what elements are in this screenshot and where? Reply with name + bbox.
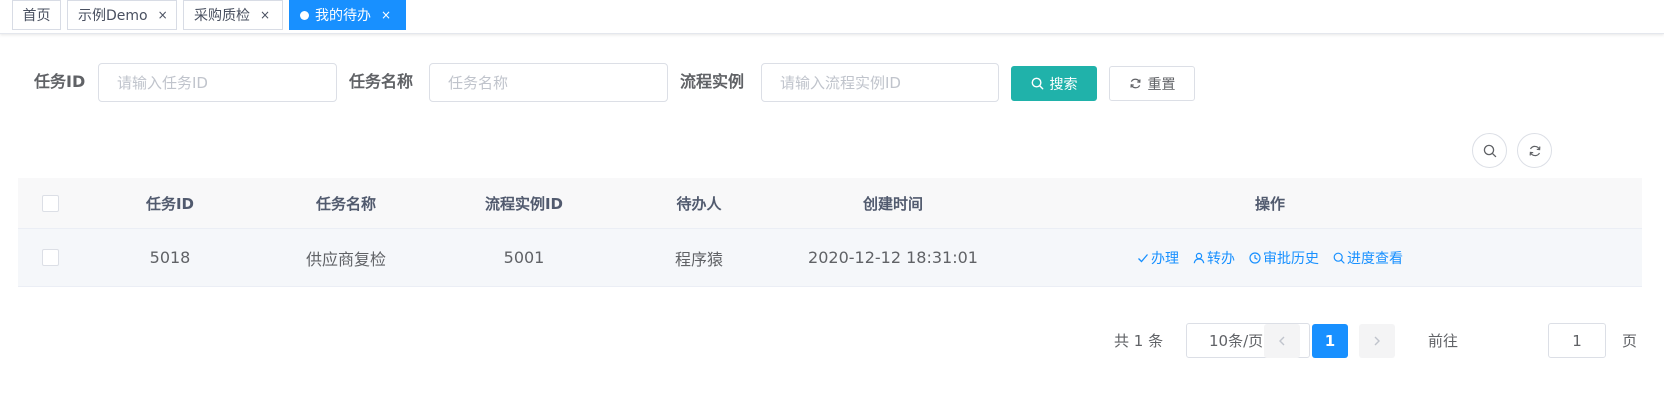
table-row: 5018 供应商复检 5001 程序猿 2020-12-12 18:31:01 … xyxy=(18,229,1642,287)
reset-button[interactable]: 重置 xyxy=(1109,66,1195,101)
search-button-label: 搜索 xyxy=(1049,76,1078,93)
refresh-icon xyxy=(1529,145,1540,156)
header-checkbox-cell xyxy=(18,178,82,228)
goto-prefix: 前往 xyxy=(1428,332,1459,350)
column-header: 任务ID xyxy=(145,194,195,213)
close-icon[interactable]: × xyxy=(260,9,270,21)
create-time-cell: 2020-12-12 18:31:01 xyxy=(808,248,978,267)
close-icon[interactable]: × xyxy=(158,9,168,21)
close-icon[interactable]: × xyxy=(381,9,391,21)
tab-home[interactable]: 首页 xyxy=(12,0,61,30)
column-header: 流程实例ID xyxy=(484,194,564,213)
task-name-cell: 供应商复检 xyxy=(305,249,386,269)
active-dot-icon xyxy=(300,10,309,20)
column-header: 创建时间 xyxy=(862,194,923,213)
approval-history-link-label: 审批历史 xyxy=(1263,250,1319,267)
column-header: 任务名称 xyxy=(315,194,376,213)
refresh-icon xyxy=(1129,78,1141,89)
goto-suffix: 页 xyxy=(1622,332,1638,350)
task-name-input[interactable] xyxy=(429,63,668,102)
process-instance-input[interactable] xyxy=(761,63,999,102)
approval-history-link[interactable]: 审批历史 xyxy=(1249,248,1319,268)
tab-demo[interactable]: 示例Demo × xyxy=(67,0,177,30)
progress-view-link-label: 进度查看 xyxy=(1347,250,1403,267)
reset-button-label: 重置 xyxy=(1147,76,1176,93)
assignee-cell: 程序猿 xyxy=(674,249,723,269)
tab-label: 我的待办 xyxy=(315,8,371,24)
tags-view-bar: 首页 示例Demo × 采购质检 × 我的待办 × xyxy=(0,0,1664,34)
next-page-button[interactable] xyxy=(1359,324,1395,358)
search-button[interactable]: 搜索 xyxy=(1011,66,1097,101)
process-instance-label: 流程实例 xyxy=(680,72,745,91)
tab-label: 首页 xyxy=(22,8,51,24)
prev-page-button[interactable] xyxy=(1264,324,1300,358)
row-checkbox[interactable] xyxy=(41,249,59,266)
handle-link-label: 办理 xyxy=(1151,250,1179,267)
tab-purchase-inspection[interactable]: 采购质检 × xyxy=(183,0,283,30)
search-icon xyxy=(1483,144,1496,157)
page-number-button[interactable]: 1 xyxy=(1312,324,1348,358)
page-size-value: 10条/页 xyxy=(1209,332,1264,350)
tab-my-todo[interactable]: 我的待办 × xyxy=(289,0,406,30)
progress-view-link[interactable]: 进度查看 xyxy=(1333,248,1403,268)
table-header: 任务ID 任务名称 流程实例ID 待办人 创建时间 操作 xyxy=(18,178,1642,229)
search-icon xyxy=(1333,252,1345,264)
transfer-link-label: 转办 xyxy=(1207,250,1235,267)
handle-link[interactable]: 办理 xyxy=(1137,248,1179,268)
row-checkbox-cell xyxy=(18,229,82,286)
check-icon xyxy=(1138,253,1148,262)
task-id-label: 任务ID xyxy=(34,72,86,91)
chevron-right-icon xyxy=(1374,336,1380,346)
task-name-label: 任务名称 xyxy=(349,72,414,91)
actions-cell: 办理 转办 审批历史 进度查看 xyxy=(1018,229,1522,286)
chevron-left-icon xyxy=(1279,336,1285,346)
column-header: 操作 xyxy=(1254,194,1285,213)
task-id-input[interactable] xyxy=(98,63,337,102)
tab-label: 采购质检 xyxy=(194,8,250,24)
pagination-total: 共 1 条 xyxy=(1114,332,1164,350)
user-icon xyxy=(1193,252,1205,263)
task-id-cell: 5018 xyxy=(149,248,191,267)
toggle-search-button[interactable] xyxy=(1472,133,1507,168)
column-header: 待办人 xyxy=(676,194,722,213)
refresh-table-button[interactable] xyxy=(1517,133,1552,168)
transfer-link[interactable]: 转办 xyxy=(1193,248,1235,268)
tab-label: 示例Demo xyxy=(78,8,148,24)
process-instance-cell: 5001 xyxy=(503,248,545,267)
goto-page-input[interactable] xyxy=(1548,323,1606,358)
search-icon xyxy=(1031,77,1043,90)
clock-icon xyxy=(1249,251,1261,264)
select-all-checkbox[interactable] xyxy=(41,194,59,212)
